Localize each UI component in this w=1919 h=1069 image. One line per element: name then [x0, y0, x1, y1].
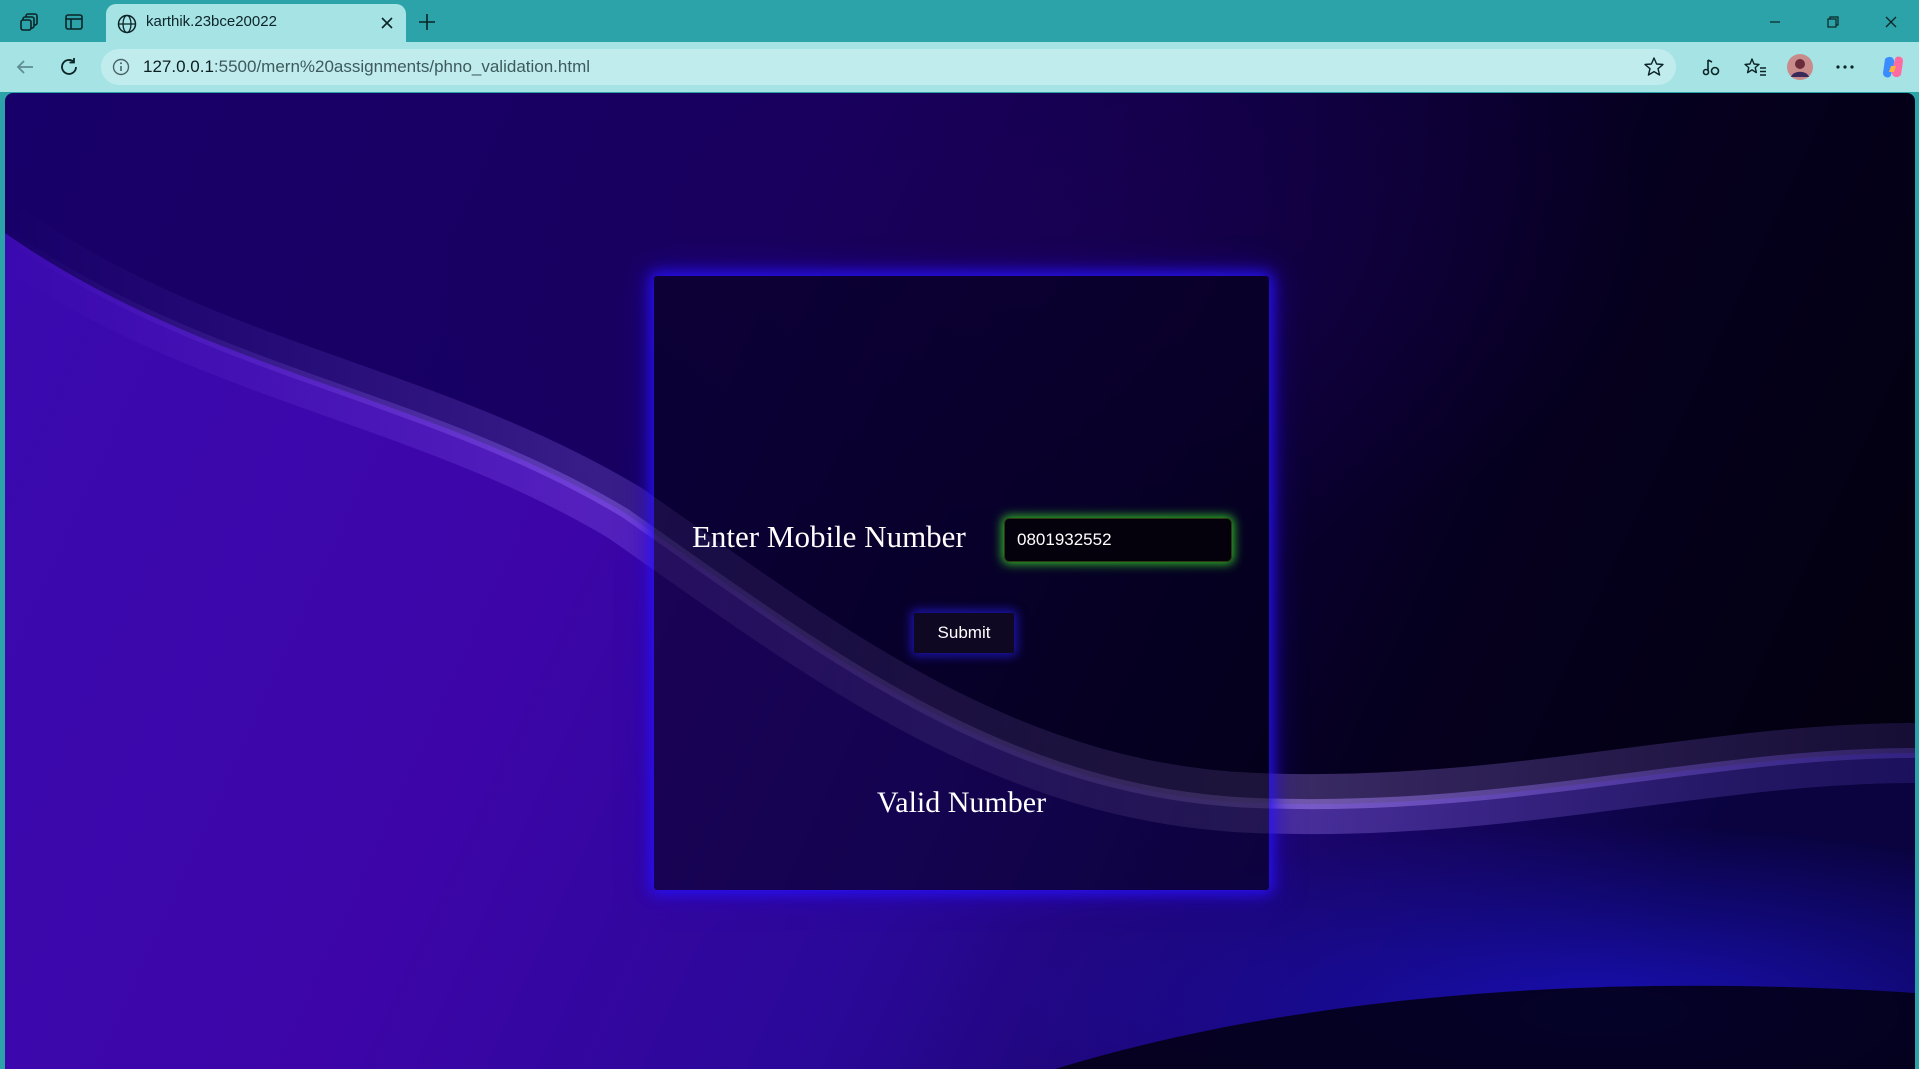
validation-result: Valid Number: [876, 786, 1047, 819]
mobile-number-input[interactable]: [1004, 518, 1232, 562]
close-icon[interactable]: [378, 14, 396, 32]
restore-icon[interactable]: [1810, 8, 1856, 36]
active-tab[interactable]: karthik.23bce20022: [106, 4, 406, 42]
star-icon[interactable]: [1642, 55, 1666, 79]
url-path: :5500/mern%20assignments/phno_validation…: [213, 57, 591, 76]
tab-bar: karthik.23bce20022: [0, 0, 1919, 42]
url-host: 127.0.0.1: [143, 57, 214, 76]
workspaces-icon[interactable]: [17, 9, 43, 35]
info-icon[interactable]: [111, 57, 131, 77]
refresh-icon[interactable]: [54, 52, 84, 82]
navigation-bar: 127.0.0.1:5500/mern%20assignments/phno_v…: [0, 42, 1919, 92]
tab-actions-icon[interactable]: [61, 9, 87, 35]
back-icon[interactable]: [10, 52, 40, 82]
tab-title: karthik.23bce20022: [146, 13, 277, 30]
window-close-icon[interactable]: [1868, 8, 1914, 36]
validation-card: Enter Mobile Number Submit Valid Number: [654, 276, 1269, 890]
copilot-icon[interactable]: [1878, 52, 1908, 82]
favorites-icon[interactable]: [1740, 52, 1770, 82]
address-bar[interactable]: 127.0.0.1:5500/mern%20assignments/phno_v…: [101, 49, 1676, 85]
submit-button[interactable]: Submit: [914, 613, 1014, 653]
avatar[interactable]: [1785, 52, 1815, 82]
page-viewport: Enter Mobile Number Submit Valid Number: [5, 93, 1915, 1069]
mobile-number-label: Enter Mobile Number: [692, 519, 966, 554]
minimize-icon[interactable]: [1752, 8, 1798, 36]
globe-icon: [117, 14, 137, 34]
more-icon[interactable]: [1830, 52, 1860, 82]
read-aloud-icon[interactable]: [1696, 52, 1726, 82]
plus-icon[interactable]: [413, 8, 441, 36]
url-text: 127.0.0.1:5500/mern%20assignments/phno_v…: [143, 57, 590, 77]
